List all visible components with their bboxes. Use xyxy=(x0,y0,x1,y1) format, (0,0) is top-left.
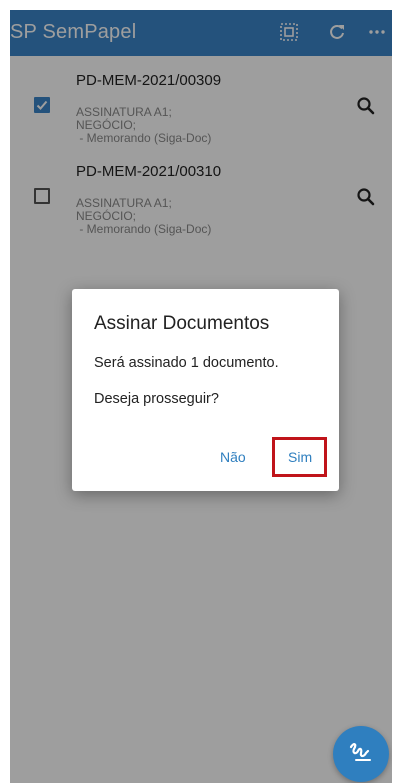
sign-fab-button[interactable] xyxy=(333,726,389,782)
dialog-question: Deseja prosseguir? xyxy=(94,391,219,407)
confirm-dialog: Assinar Documentos Será assinado 1 docum… xyxy=(72,289,339,491)
dialog-title: Assinar Documentos xyxy=(94,313,270,334)
phone-screen: SP SemPapel PD-MEM-2021/00309 ASSINATURA… xyxy=(10,10,392,783)
signature-icon xyxy=(348,741,374,768)
dialog-message: Será assinado 1 documento. xyxy=(94,355,279,371)
cancel-button[interactable]: Não xyxy=(220,449,246,465)
confirm-button[interactable]: Sim xyxy=(288,449,312,465)
